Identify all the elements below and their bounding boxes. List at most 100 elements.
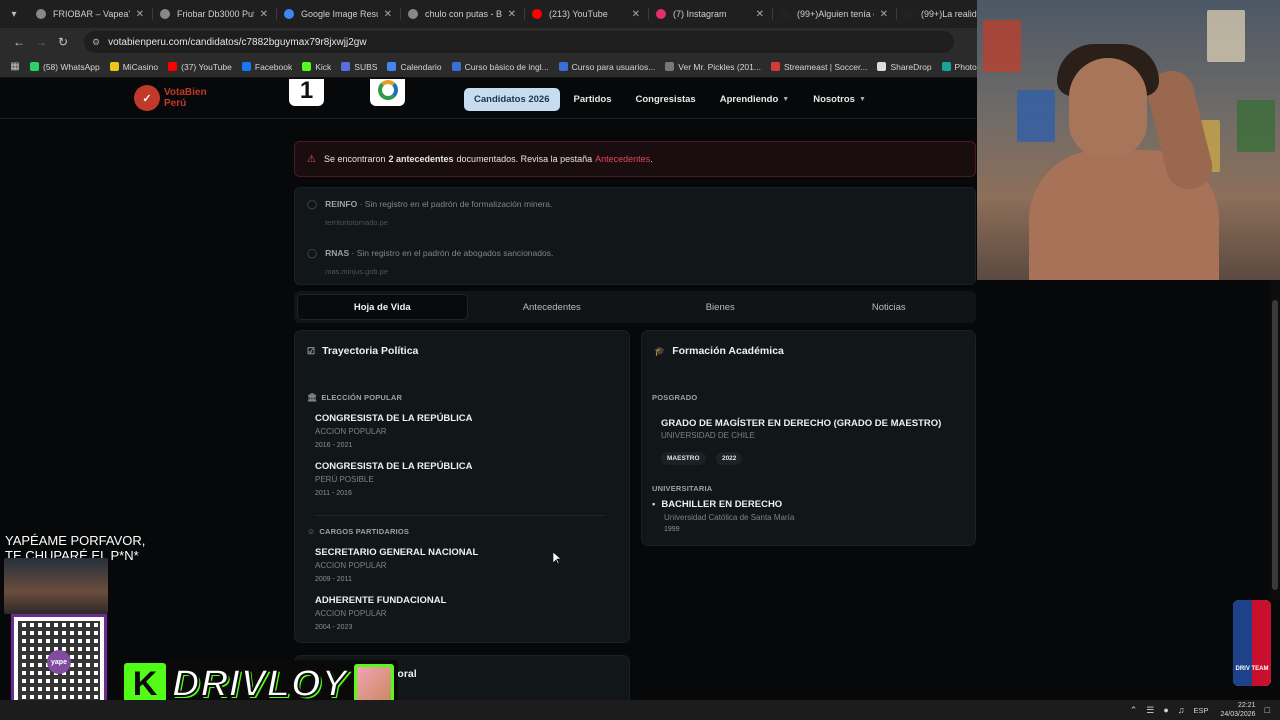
close-tab-icon[interactable]: ✕ [756,9,764,20]
bookmark-label: SUBS [354,61,378,72]
bookmark-item[interactable]: Streameast | Soccer... [770,62,867,72]
site-logo[interactable]: ✓ VotaBien Perú [134,85,212,111]
back-icon[interactable]: ← [8,31,30,53]
tab-search-icon[interactable]: ▾ [0,0,28,28]
url-text: votabienperu.com/candidatos/c7882bguymax… [108,36,367,48]
bookmark-label: MiCasino [122,61,159,72]
bookmark-favicon-icon [109,62,119,71]
registry-checks-card: ◯ REINFO · Sin registro en el padrón de … [294,187,976,285]
bookmark-item[interactable]: Kick [302,62,331,72]
tab-favicon-icon [780,9,790,19]
close-tab-icon[interactable]: ✕ [880,9,888,20]
site-info-icon[interactable]: ⚙ [92,37,100,48]
bookmark-favicon-icon [387,62,397,71]
browser-tab[interactable]: (7) Instagram ✕ [648,0,772,28]
tab-title: Google Image Result [301,9,378,19]
browser-tab[interactable]: chulo con putas - Bu ✕ [400,0,524,28]
check-circle-icon: ◯ [307,248,318,258]
bookmark-label: (58) WhatsApp [43,61,100,72]
posgrado-entry: GRADO DE MAGÍSTER EN DERECHO (GRADO DE M… [661,418,941,465]
bookmark-item[interactable]: SUBS [341,62,377,72]
yape-qr-code: yape [11,614,107,710]
antecedentes-link[interactable]: Antecedentes [595,154,650,164]
bookmark-item[interactable]: (58) WhatsApp [30,62,100,72]
bookmark-item[interactable]: ShareDrop [877,62,932,72]
chevron-up-icon[interactable]: ⌃ [1130,705,1138,716]
nav-item-label: Nosotros [813,94,855,105]
profile-tabs: Hoja de Vida Antecedentes Bienes Noticia… [294,291,976,323]
notification-icon[interactable]: □ [1265,705,1270,715]
section-heading: POSGRADO [652,393,698,402]
close-tab-icon[interactable]: ✕ [508,9,516,20]
nav-item-aprendiendo[interactable]: Aprendiendo ▼ [710,88,800,111]
volume-icon[interactable]: ♫ [1178,705,1185,715]
yape-logo: yape [47,650,71,674]
degree-school: Universidad Católica de Santa María [664,513,795,522]
tab-favicon-icon [904,9,914,19]
tab-bienes[interactable]: Bienes [636,294,805,320]
reload-icon[interactable]: ↻ [52,31,74,53]
kick-logo-icon: K [124,663,166,705]
tab-favicon-icon [408,9,418,19]
close-tab-icon[interactable]: ✕ [632,9,640,20]
degree-school: UNIVERSIDAD DE CHILE [661,431,755,440]
bookmark-favicon-icon [341,62,351,71]
apps-grid-icon[interactable]: ▦ [6,56,24,78]
close-tab-icon[interactable]: ✕ [260,9,268,20]
entry-party: PERÚ POSIBLE [315,475,374,484]
url-field[interactable]: ⚙ votabienperu.com/candidatos/c7882bguym… [84,31,954,53]
browser-tab[interactable]: FRIOBAR – VapeaYa ✕ [28,0,152,28]
bookmark-favicon-icon [665,62,675,71]
page-scrollbar[interactable] [1270,280,1280,600]
scrollbar-thumb[interactable] [1272,300,1278,590]
browser-tab[interactable]: (99+)Alguien tenía q ✕ [772,0,896,28]
bookmark-favicon-icon [877,62,887,71]
registry-name: REINFO [325,199,358,209]
bookmark-item[interactable]: Facebook [241,62,292,72]
bookmark-item[interactable]: (37) YouTube [168,62,232,72]
microphone-icon[interactable]: ● [1163,705,1168,715]
formacion-card: 🎓 Formación Académica POSGRADO GRADO DE … [641,330,976,546]
bookmark-item[interactable]: MiCasino [109,61,159,72]
trayectoria-entry: ADHERENTE FUNDACIONAL ACCION POPULAR 200… [315,595,446,631]
nav-item-nosotros[interactable]: Nosotros ▼ [803,88,876,111]
registry-source: mas.minjus.gob.pe [325,267,389,276]
tab-noticias[interactable]: Noticias [805,294,974,320]
close-tab-icon[interactable]: ✕ [384,9,392,20]
browser-tab[interactable]: Google Image Result ✕ [276,0,400,28]
forward-icon[interactable]: → [30,31,52,53]
bookmark-item[interactable]: Curso para usuarios... [558,61,656,72]
graduation-cap-icon: 🎓 [654,345,666,356]
alert-suffix: . [650,154,653,164]
trayectoria-entry: CONGRESISTA DE LA REPÚBLICA PERÚ POSIBLE… [315,461,472,497]
section-heading: 🏛 ELECCIÓN POPULAR [307,393,402,402]
close-tab-icon[interactable]: ✕ [136,9,144,20]
nav-item-partidos[interactable]: Partidos [564,88,622,111]
mouse-cursor-icon [553,552,561,565]
bookmark-item[interactable]: Curso básico de ingl... [451,61,549,72]
degree-year-chip: 2022 [715,452,743,465]
browser-tab[interactable]: Friobar Db3000 Puffs ✕ [152,0,276,28]
alert-prefix: Se encontraron [323,154,386,164]
bookmark-favicon-icon [302,62,312,71]
browser-tab[interactable]: (213) YouTube ✕ [524,0,648,28]
bookmark-label: Curso para usuarios... [571,61,656,72]
windows-taskbar: ⌃ ☰ ● ♫ ESP 22:21 24/03/2026 □ [0,700,1280,720]
degree-title-text: BACHILLER EN DERECHO [661,499,783,510]
trayectoria-title-text: Trayectoria Política [322,345,419,357]
wall-poster [983,20,1021,72]
bookmark-item[interactable]: Calendario [387,62,442,72]
language-indicator[interactable]: ESP [1194,706,1209,715]
nav-item-candidatos-2026[interactable]: Candidatos 2026 [464,88,560,111]
antecedentes-alert: ⚠ Se encontraron 2 antecedentes document… [294,141,976,177]
registry-source: territoriotomado.pe [325,218,389,227]
tab-hoja-de-vida[interactable]: Hoja de Vida [297,294,468,320]
tab-title: chulo con putas - Bu [425,9,502,19]
bookmark-label: Curso básico de ingl... [464,61,549,72]
system-clock[interactable]: 22:21 24/03/2026 [1221,701,1256,719]
nav-item-congresistas[interactable]: Congresistas [626,88,706,111]
tab-antecedentes[interactable]: Antecedentes [468,294,637,320]
bookmark-favicon-icon [558,62,568,71]
network-icon[interactable]: ☰ [1146,705,1154,716]
bookmark-item[interactable]: Ver Mr. Pickles (201... [665,62,761,72]
